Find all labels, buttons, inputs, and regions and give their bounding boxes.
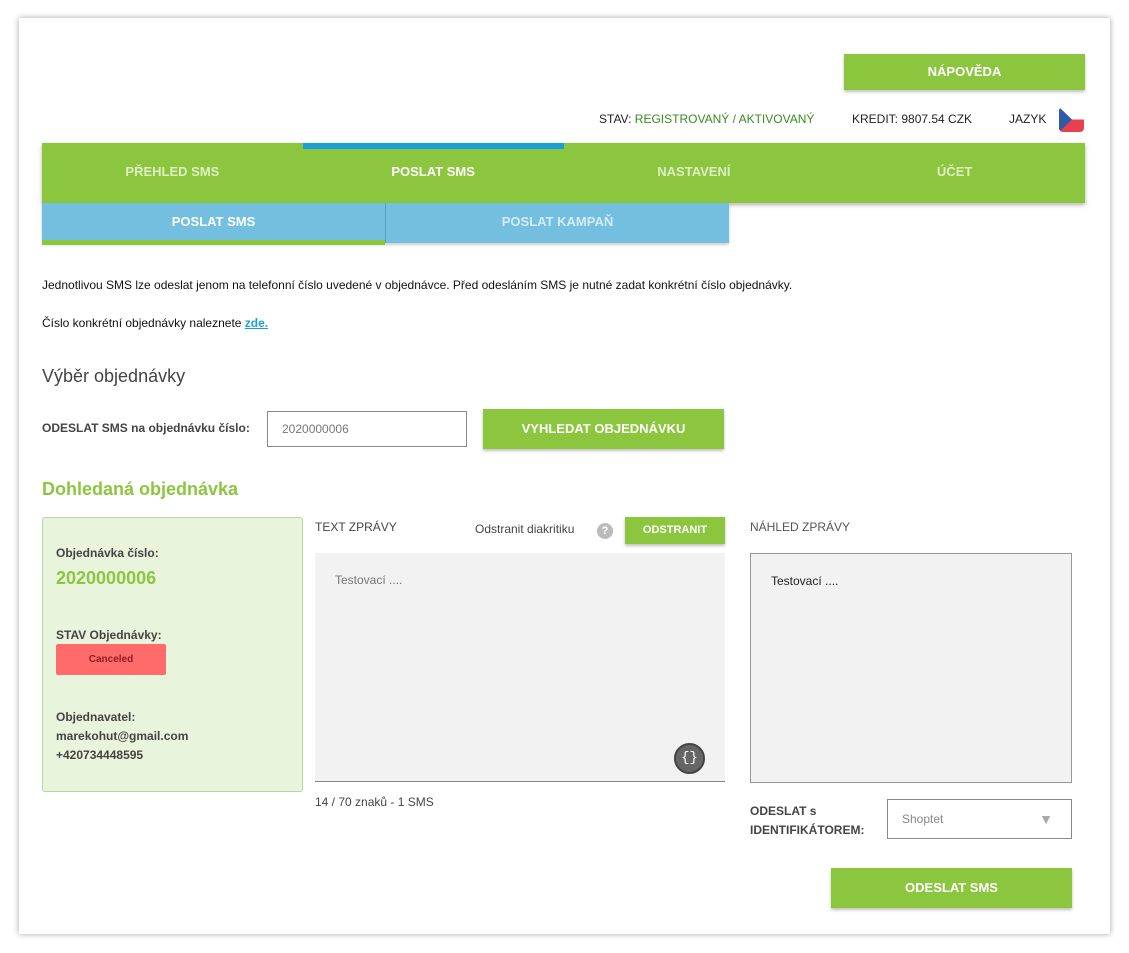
- tab-poslat-sms[interactable]: POSLAT SMS: [302, 143, 564, 203]
- account-status: STAV: REGISTROVANÝ / AKTIVOVANÝ: [599, 112, 814, 126]
- tab-ucet[interactable]: ÚČET: [824, 143, 1085, 203]
- remove-diacritics-label: Odstranit diakritiku: [475, 522, 575, 536]
- language-label: JAZYK: [1009, 112, 1047, 126]
- help-button[interactable]: NÁPOVĚDA: [844, 54, 1085, 90]
- preview-label: NÁHLED ZPRÁVY: [750, 520, 851, 534]
- chevron-down-icon: ▼: [1039, 811, 1053, 827]
- identifier-selected-value: Shoptet: [902, 812, 944, 826]
- char-counter: 14 / 70 znaků - 1 SMS: [315, 795, 434, 809]
- tab-prehled-sms[interactable]: PŘEHLED SMS: [42, 143, 303, 203]
- remove-diacritics-button[interactable]: ODSTRANIT: [625, 517, 725, 544]
- main-nav: PŘEHLED SMS POSLAT SMS NASTAVENÍ ÚČET: [42, 143, 1085, 203]
- info-text-line1: Jednotlivou SMS lze odeslat jenom na tel…: [42, 278, 793, 292]
- subtab-poslat-kampan[interactable]: POSLAT KAMPAŇ: [386, 203, 729, 243]
- send-sms-button[interactable]: ODESLAT SMS: [831, 868, 1072, 908]
- info-text-line2: Číslo konkrétní objednávky naleznete zde…: [42, 316, 268, 330]
- order-number-label: ODESLAT SMS na objednávku číslo:: [42, 421, 250, 435]
- cz-flag-icon[interactable]: [1059, 107, 1084, 132]
- customer-email: marekohut@gmail.com: [56, 729, 189, 743]
- order-select-title: Výběr objednávky: [42, 366, 186, 386]
- message-label: TEXT ZPRÁVY: [315, 520, 397, 534]
- identifier-label-line1: ODESLAT s: [750, 804, 817, 818]
- tab-nastaveni[interactable]: NASTAVENÍ: [564, 143, 825, 203]
- order-status-caption: STAV Objednávky:: [56, 628, 162, 642]
- customer-phone: +420734448595: [56, 748, 144, 762]
- order-number-value: 2020000006: [56, 568, 157, 588]
- status-value: REGISTROVANÝ / AKTIVOVANÝ: [634, 112, 815, 126]
- customer-caption: Objednavatel:: [56, 710, 136, 724]
- message-preview: Testovací ....: [750, 553, 1072, 783]
- order-number-caption: Objednávka číslo:: [56, 546, 159, 560]
- identifier-select[interactable]: Shoptet ▼: [887, 799, 1072, 839]
- identifier-label: ODESLAT s IDENTIFIKÁTOREM:: [750, 802, 864, 840]
- sub-nav: POSLAT SMS POSLAT KAMPAŇ: [42, 203, 729, 245]
- status-label: STAV:: [599, 112, 632, 126]
- subtab-poslat-sms[interactable]: POSLAT SMS: [42, 203, 386, 245]
- app-frame: NÁPOVĚDA STAV: REGISTROVANÝ / AKTIVOVANÝ…: [19, 18, 1110, 934]
- identifier-label-line2: IDENTIFIKÁTOREM:: [750, 823, 865, 837]
- order-number-input[interactable]: [267, 411, 467, 447]
- credit-display: KREDIT: 9807.54 CZK: [852, 112, 973, 126]
- status-badge: Canceled: [56, 644, 166, 675]
- order-card: Objednávka číslo: 2020000006 STAV Objedn…: [42, 517, 303, 792]
- code-braces-icon[interactable]: {}: [674, 743, 705, 774]
- found-order-title: Dohledaná objednávka: [42, 479, 239, 499]
- question-icon[interactable]: ?: [597, 523, 613, 539]
- here-link[interactable]: zde.: [245, 316, 268, 330]
- search-order-button[interactable]: VYHLEDAT OBJEDNÁVKU: [483, 409, 724, 449]
- info-text-prefix: Číslo konkrétní objednávky naleznete: [42, 316, 245, 330]
- message-textarea[interactable]: [315, 553, 725, 782]
